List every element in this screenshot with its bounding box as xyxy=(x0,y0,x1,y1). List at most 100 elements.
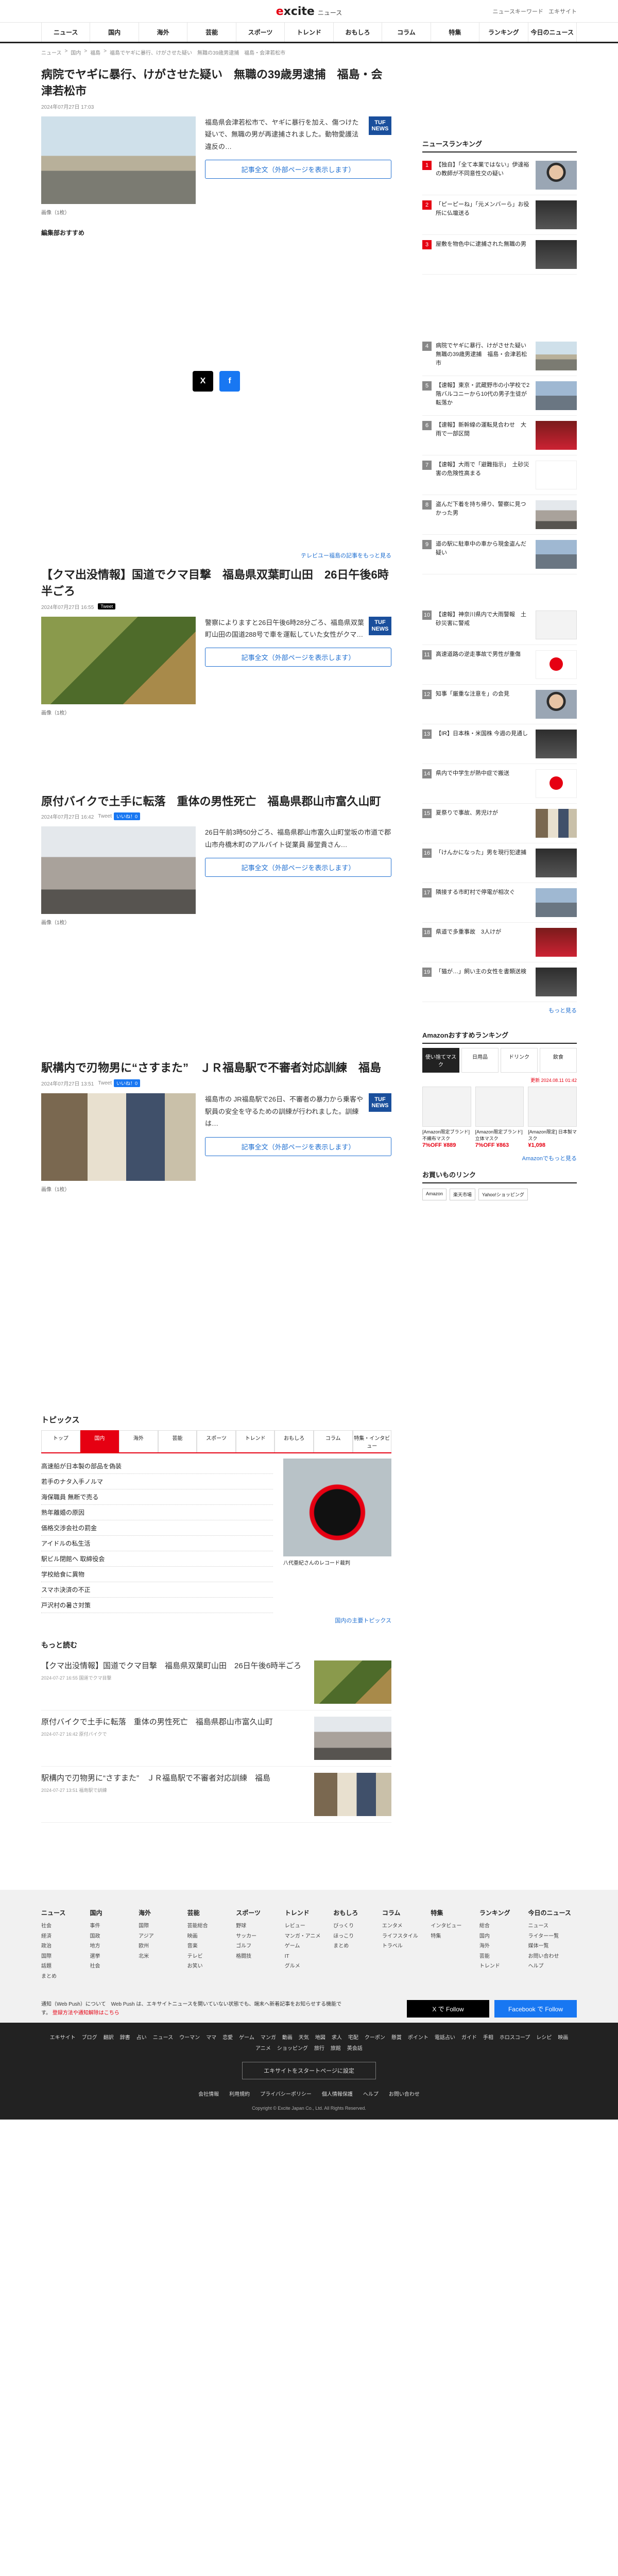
amazon-more-link[interactable]: Amazonでもっと見る xyxy=(422,1154,577,1162)
topic-item[interactable]: 熟年離婚の原因 xyxy=(41,1505,273,1521)
rank-thumb[interactable] xyxy=(536,849,577,877)
more-read-item[interactable]: 【クマ出没情報】国道でクマ目撃 福島県双葉町山田 26日午後6時半ごろ 2024… xyxy=(41,1654,391,1711)
amazon-tab-active[interactable]: 使い捨てマスク xyxy=(422,1048,459,1073)
topic-item[interactable]: 高速船が日本製の部品を偽装 xyxy=(41,1459,273,1475)
rank-title[interactable]: 「猫が…」飼い主の女性を書類送検 xyxy=(436,968,531,996)
footer-link[interactable]: 事件 xyxy=(90,1921,139,1931)
site-link[interactable]: 宅配 xyxy=(348,2033,358,2041)
ranking-item[interactable]: 6 【速報】新幹線の運転見合わせ 大雨で一部区間 xyxy=(422,416,577,455)
topic-tab[interactable]: 芸能 xyxy=(158,1430,197,1453)
article-image[interactable] xyxy=(41,1093,196,1181)
topic-item[interactable]: 若手のナタ入手ノルマ xyxy=(41,1474,273,1490)
site-link[interactable]: 翻訳 xyxy=(104,2033,114,2041)
photo-count[interactable]: 画像（1枚） xyxy=(41,918,196,926)
more-read-item-title[interactable]: 駅構内で刃物男に“さすまた” ＪＲ福島駅で不審者対応訓練 福島 xyxy=(41,1773,307,1785)
footer-link[interactable]: 国内 xyxy=(479,1931,528,1942)
rank-thumb[interactable] xyxy=(536,650,577,679)
rank-title[interactable]: 盗んだ下着を持ち帰り、警察に見つかった男 xyxy=(436,500,531,529)
nav-overseas[interactable]: 海外 xyxy=(138,23,187,42)
ranking-item[interactable]: 17 隣接する市町村で停電が相次ぐ xyxy=(422,883,577,923)
topics-more-link[interactable]: 国内の主要トピックス xyxy=(41,1616,391,1624)
site-link[interactable]: ガイド xyxy=(461,2033,477,2041)
rank-thumb[interactable] xyxy=(536,769,577,798)
site-link[interactable]: 旅館 xyxy=(331,2044,341,2052)
site-link[interactable]: ブログ xyxy=(82,2033,97,2041)
rank-title[interactable]: 隣接する市町村で停電が相次ぐ xyxy=(436,888,531,917)
rank-thumb[interactable] xyxy=(536,888,577,917)
topic-image[interactable] xyxy=(283,1459,391,1557)
nav-today[interactable]: 今日のニュース xyxy=(527,23,577,42)
rank-title[interactable]: 【速報】東京・武蔵野市の小学校で2階バルコニーから10代の男子生徒が転落か xyxy=(436,381,531,410)
site-link[interactable]: 電話占い xyxy=(435,2033,455,2041)
more-read-thumb[interactable] xyxy=(314,1717,391,1760)
topic-item[interactable]: 戸沢村の暑さ対策 xyxy=(41,1598,273,1614)
footer-link[interactable]: 北米 xyxy=(139,1952,187,1962)
footer-column-heading[interactable]: トレンド xyxy=(285,1908,334,1917)
product-name[interactable]: [Amazon限定] 日本製マスク xyxy=(528,1129,577,1142)
more-read-thumb[interactable] xyxy=(314,1660,391,1704)
footer-link[interactable]: 地方 xyxy=(90,1941,139,1952)
footer-link[interactable]: 国政 xyxy=(90,1931,139,1942)
footer-link[interactable]: 海外 xyxy=(479,1941,528,1952)
footer-link[interactable]: 社会 xyxy=(90,1961,139,1972)
photo-count[interactable]: 画像（1枚） xyxy=(41,1185,196,1193)
rank-title[interactable]: 「けんかになった」男を現行犯逮捕 xyxy=(436,849,531,877)
topic-tab[interactable]: コラム xyxy=(313,1430,353,1453)
site-link[interactable]: ウーマン xyxy=(179,2033,200,2041)
ranking-item[interactable]: 4 病院でヤギに暴行、けがさせた疑い 無職の39歳男逮捕 福島・会津若松市 xyxy=(422,336,577,376)
bottom-link[interactable]: ヘルプ xyxy=(363,2090,379,2097)
footer-link[interactable]: インタビュー xyxy=(431,1921,479,1931)
rank-title[interactable]: 屋敷を物色中に逮捕された無職の男 xyxy=(436,240,531,269)
site-link[interactable]: 旅行 xyxy=(314,2044,324,2052)
site-link[interactable]: ニュース xyxy=(153,2033,174,2041)
footer-column-heading[interactable]: 海外 xyxy=(139,1908,187,1917)
breadcrumb-item[interactable]: 国内 xyxy=(71,48,81,56)
site-link[interactable]: クーポン xyxy=(365,2033,385,2041)
breadcrumb-item[interactable]: ニュース xyxy=(41,48,62,56)
site-link[interactable]: 辞書 xyxy=(120,2033,130,2041)
footer-link[interactable]: 芸能 xyxy=(479,1952,528,1962)
ranking-item[interactable]: 16 「けんかになった」男を現行犯逮捕 xyxy=(422,843,577,883)
nav-domestic[interactable]: 国内 xyxy=(90,23,138,42)
site-link[interactable]: 天気 xyxy=(299,2033,309,2041)
ranking-item[interactable]: 7 【速報】大雨で「避難指示」 土砂災害の危険性高まる xyxy=(422,455,577,495)
topic-tab[interactable]: トレンド xyxy=(235,1430,275,1453)
footer-link[interactable]: トラベル xyxy=(382,1941,431,1952)
footer-link[interactable]: マンガ・アニメ xyxy=(285,1931,334,1942)
topic-tab[interactable]: 海外 xyxy=(119,1430,158,1453)
site-link[interactable]: ショッピング xyxy=(277,2044,308,2052)
shopping-link-rakuten[interactable]: 楽天市場 xyxy=(450,1188,476,1200)
rank-thumb[interactable] xyxy=(536,730,577,758)
rank-title[interactable]: 道の駅に駐車中の車から現金盗んだ疑い xyxy=(436,540,531,569)
rank-thumb[interactable] xyxy=(536,200,577,229)
ranking-item[interactable]: 14 県内で中学生が熱中症で搬送 xyxy=(422,764,577,804)
ranking-item[interactable]: 15 夏祭りで事故、男児けが xyxy=(422,804,577,843)
ranking-item[interactable]: 3 屋敷を物色中に逮捕された無職の男 xyxy=(422,235,577,275)
footer-link[interactable]: 媒体一覧 xyxy=(528,1941,577,1952)
topic-tab-active[interactable]: 国内 xyxy=(80,1430,119,1453)
footer-link[interactable]: サッカー xyxy=(236,1931,285,1942)
ranking-item[interactable]: 8 盗んだ下着を持ち帰り、警察に見つかった男 xyxy=(422,495,577,535)
product-image[interactable] xyxy=(475,1087,524,1127)
ranking-item[interactable]: 5 【速報】東京・武蔵野市の小学校で2階バルコニーから10代の男子生徒が転落か xyxy=(422,376,577,416)
topic-item[interactable]: 駅ビル閉館へ 取締役会 xyxy=(41,1551,273,1567)
article-image[interactable] xyxy=(41,826,196,914)
topic-item[interactable]: スマホ決済の不正 xyxy=(41,1582,273,1598)
rank-title[interactable]: 夏祭りで事故、男児けが xyxy=(436,809,531,838)
site-link[interactable]: 地図 xyxy=(315,2033,325,2041)
article-image[interactable] xyxy=(41,616,196,704)
footer-link[interactable]: ライター一覧 xyxy=(528,1931,577,1942)
amazon-tab[interactable]: ドリンク xyxy=(501,1048,538,1073)
topic-item[interactable]: アイドルの私生活 xyxy=(41,1536,273,1552)
rank-title[interactable]: 知事「厳重な注意を」の会見 xyxy=(436,690,531,719)
read-full-button[interactable]: 記事全文（外部ページを表示します） xyxy=(205,648,391,667)
share-x-button[interactable]: X xyxy=(193,370,213,392)
ranking-more-link[interactable]: もっと見る xyxy=(422,1006,577,1014)
footer-link[interactable]: 特集 xyxy=(431,1931,479,1942)
nav-ranking[interactable]: ランキング xyxy=(479,23,527,42)
rank-title[interactable]: 「ピーピーね」「元メンバーら」お役所に仏壇送る xyxy=(436,200,531,229)
amazon-product[interactable]: [Amazon限定] 日本製マスク ¥1,098 xyxy=(528,1087,577,1150)
rank-title[interactable]: 【IR】日本株・米国株 今週の見通し xyxy=(436,730,531,758)
ranking-item[interactable]: 9 道の駅に駐車中の車から現金盗んだ疑い xyxy=(422,535,577,574)
site-link[interactable]: マンガ xyxy=(261,2033,276,2041)
